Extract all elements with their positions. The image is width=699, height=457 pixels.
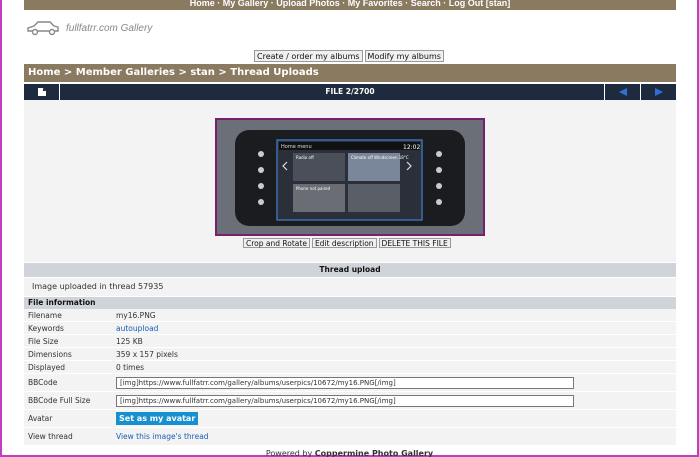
footer: Powered by Coppermine Photo Gallery (0, 450, 699, 457)
row-label: Dimensions (28, 349, 72, 359)
infotainment-screen-photo: Home menu 12:02 Radio off Climate off Wi… (217, 120, 483, 234)
dimensions-value: 359 x 157 pixels (116, 349, 178, 359)
screen-tile-1: Radio off (296, 155, 314, 160)
previous-file-button[interactable] (604, 84, 640, 100)
next-file-button[interactable] (640, 84, 676, 100)
row-label: Displayed (28, 362, 66, 372)
screen-clock: 12:02 (403, 144, 420, 151)
row-label: Avatar (28, 414, 53, 423)
table-row: Displayed 0 times (24, 361, 676, 374)
top-navigation[interactable]: Home · My Gallery · Upload Photos · My F… (24, 0, 676, 10)
filename-value: my16.PNG (116, 310, 156, 320)
footer-prefix: Powered by (265, 449, 313, 457)
modify-albums-button[interactable]: Modify my albums (364, 50, 444, 62)
set-avatar-button[interactable]: Set as my avatar (116, 412, 199, 425)
file-image[interactable]: Home menu 12:02 Radio off Climate off Wi… (215, 118, 485, 236)
top-nav-links[interactable]: Home · My Gallery · Upload Photos · My F… (190, 0, 511, 8)
create-albums-button[interactable]: Create / order my albums (254, 50, 363, 62)
table-row: Avatar Set as my avatar (24, 410, 676, 428)
return-to-thumbnails-button[interactable] (24, 84, 60, 100)
image-description: Image uploaded in thread 57935 (24, 278, 676, 296)
table-row: BBCode [img]https://www.fullfatrr.com/ga… (24, 374, 676, 392)
row-label: File Size (28, 336, 59, 346)
row-label: Keywords (28, 323, 64, 333)
table-row: Dimensions 359 x 157 pixels (24, 348, 676, 361)
thumbnails-icon (37, 88, 46, 96)
site-title: fullfatrr.com Gallery (66, 22, 153, 34)
row-label: BBCode (28, 378, 58, 387)
table-row: Keywords autoupload (24, 322, 676, 335)
file-info-table: Filename my16.PNG Keywords autoupload Fi… (24, 309, 676, 446)
edit-description-button[interactable]: Edit description (311, 238, 377, 248)
coppermine-link[interactable]: Coppermine Photo Gallery (315, 449, 433, 457)
arrow-right-icon (654, 88, 663, 96)
album-actions: Create / order my albums Modify my album… (254, 50, 444, 62)
breadcrumb[interactable]: Home > Member Galleries > stan > Thread … (24, 64, 676, 82)
screen-header-text: Home menu (281, 144, 312, 150)
view-thread-link[interactable]: View this image's thread (116, 432, 209, 441)
file-navigation-bar: FILE 2/2700 (24, 84, 676, 100)
row-label: BBCode Full Size (28, 396, 91, 405)
bbcode-fullsize-field[interactable]: [img]https://www.fullfatrr.com/gallery/a… (116, 394, 574, 407)
displayed-value: 0 times (116, 362, 145, 372)
table-row: File Size 125 KB (24, 335, 676, 348)
car-logo-icon (27, 21, 59, 36)
file-counter: FILE 2/2700 (325, 87, 375, 96)
arrow-left-icon (618, 88, 627, 96)
photo-actions: Crop and Rotate Edit description DELETE … (243, 238, 451, 248)
table-row: Filename my16.PNG (24, 309, 676, 322)
section-title: Thread upload (24, 263, 676, 277)
site-logo[interactable]: fullfatrr.com Gallery (26, 20, 152, 36)
file-size-value: 125 KB (116, 336, 143, 346)
bbcode-field[interactable]: [img]https://www.fullfatrr.com/gallery/a… (116, 376, 574, 389)
keyword-link[interactable]: autoupload (116, 324, 158, 333)
file-info-heading: File information (24, 297, 676, 309)
row-label: View thread (28, 432, 73, 441)
screen-tile-2: Climate off Windscreen 18°C (351, 155, 409, 160)
delete-file-button[interactable]: DELETE THIS FILE (378, 238, 451, 248)
row-label: Filename (28, 310, 62, 320)
screen-tile-3: Phone not paired (296, 186, 331, 191)
table-row: BBCode Full Size [img]https://www.fullfa… (24, 392, 676, 410)
crop-rotate-button[interactable]: Crop and Rotate (243, 238, 310, 248)
table-row: View thread View this image's thread (24, 428, 676, 446)
